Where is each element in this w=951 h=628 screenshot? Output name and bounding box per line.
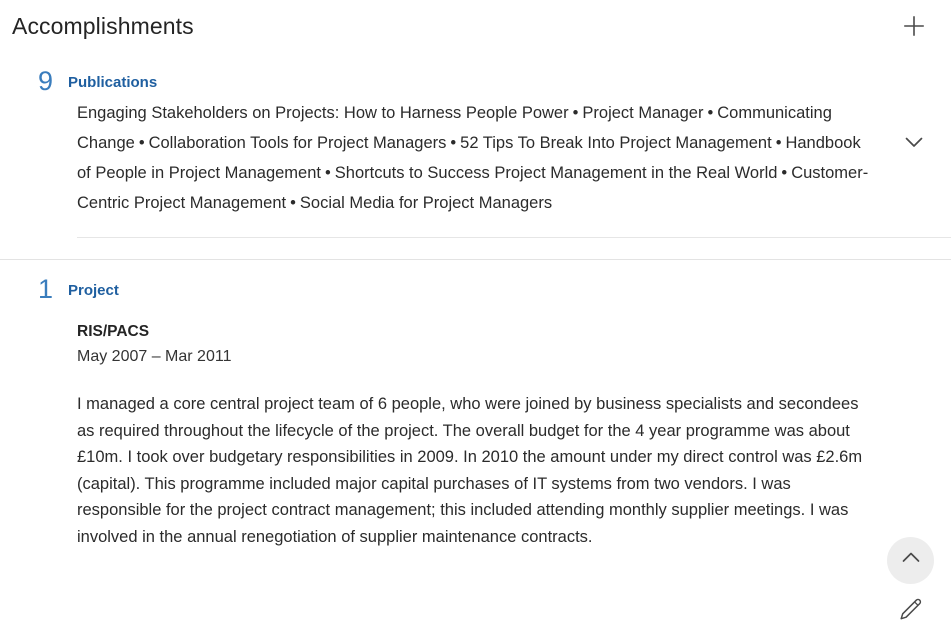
publication-separator: • [290, 194, 296, 212]
project-dates: May 2007 – Mar 2011 [77, 348, 232, 365]
project-count: 1 [38, 274, 54, 304]
publications-header: 9 Publications [0, 52, 951, 96]
publication-item: Shortcuts to Success Project Management … [334, 164, 778, 182]
chevron-up-icon [897, 544, 925, 577]
publications-body: Engaging Stakeholders on Projects: How t… [0, 96, 951, 218]
publication-separator: • [775, 134, 782, 152]
project-description: I managed a core central project team of… [77, 395, 863, 546]
edit-project-button[interactable] [893, 594, 927, 628]
chevron-down-icon [900, 128, 928, 161]
project-title: RIS/PACS [77, 323, 150, 340]
publication-item: Engaging Stakeholders on Projects: How t… [77, 104, 569, 122]
section-publications: 9 Publications Engaging Stakeholders on … [0, 52, 951, 260]
publication-separator: • [707, 104, 714, 122]
publications-list: Engaging Stakeholders on Projects: How t… [77, 96, 879, 218]
publication-item: Project Manager [582, 104, 704, 122]
publication-item: 52 Tips To Break Into Project Management [460, 134, 772, 152]
publication-separator: • [324, 164, 331, 182]
pencil-icon [897, 596, 923, 627]
publications-inner-divider [77, 237, 951, 238]
publications-label[interactable]: Publications [68, 70, 157, 94]
project-label[interactable]: Project [68, 278, 119, 302]
collapse-publications-button[interactable] [898, 128, 930, 160]
publication-item: Social Media for Project Managers [299, 194, 553, 212]
page-header: Accomplishments [0, 0, 951, 52]
publication-separator: • [138, 134, 145, 152]
project-header: 1 Project [0, 260, 951, 304]
accomplishments-page: Accomplishments 9 Publications Engaging … [0, 0, 951, 619]
section-project: 1 Project RIS/PACS May 2007 – Mar 2011 I… [0, 260, 951, 619]
page-title: Accomplishments [12, 13, 194, 39]
publications-count: 9 [38, 66, 54, 96]
project-body: RIS/PACS May 2007 – Mar 2011 I managed a… [0, 304, 951, 550]
publication-separator: • [572, 104, 579, 122]
plus-icon [901, 13, 927, 39]
publication-separator: • [450, 134, 457, 152]
publication-separator: • [781, 164, 788, 182]
publication-item: Collaboration Tools for Project Managers [148, 134, 447, 152]
collapse-project-button[interactable] [887, 537, 934, 584]
add-accomplishment-button[interactable] [898, 10, 930, 42]
